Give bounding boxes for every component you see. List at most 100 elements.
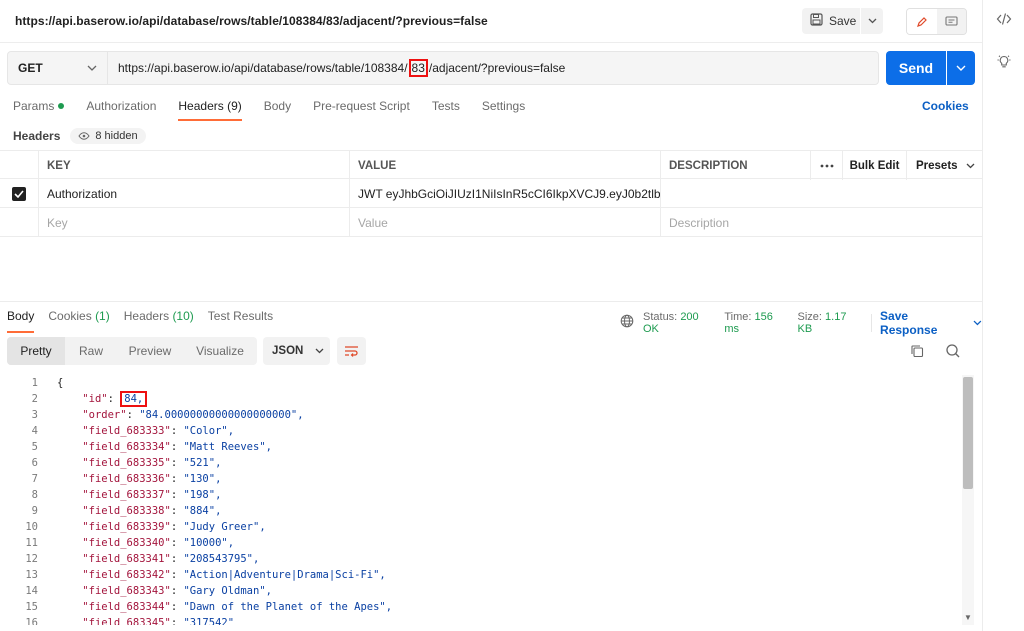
more-horizontal-icon <box>820 164 833 167</box>
code-line: 1{ <box>31 377 64 389</box>
value-column-header: VALUE <box>350 151 661 180</box>
highlighted-id-value: 84, <box>120 391 148 407</box>
response-tab-test-results[interactable]: Test Results <box>208 309 273 331</box>
code-snippet-icon[interactable] <box>995 12 1013 30</box>
chevron-down-icon <box>315 348 324 354</box>
wrap-lines-icon <box>345 346 358 357</box>
code-line: 5 "field_683334": "Matt Reeves", <box>31 441 272 453</box>
headers-label: Headers <box>13 129 61 143</box>
code-line: 15 "field_683344": "Dawn of the Planet o… <box>25 601 393 613</box>
chevron-down-icon <box>87 65 97 71</box>
status-text[interactable]: Status: 200 OK <box>643 311 716 335</box>
save-label: Save <box>829 14 857 28</box>
time-text[interactable]: Time: 156 ms <box>724 311 789 335</box>
row-checkbox-cell <box>0 179 39 208</box>
chevron-down-icon <box>973 320 982 326</box>
pencil-icon <box>916 16 927 27</box>
code-line: 12 "field_683341": "208543795", <box>25 553 260 565</box>
code-line: 16 "field_683345": "317542" <box>25 617 235 625</box>
code-line: 13 "field_683342": "Action|Adventure|Dra… <box>25 569 386 581</box>
save-options-button[interactable] <box>861 8 883 34</box>
tab-tests[interactable]: Tests <box>432 99 460 121</box>
chevron-down-icon <box>868 18 876 24</box>
code-line: 9 "field_683338": "884", <box>31 505 222 517</box>
tab-pre-request-script[interactable]: Pre-request Script <box>313 99 410 121</box>
view-mode-group: Pretty Raw Preview Visualize <box>7 337 257 365</box>
tab-body[interactable]: Body <box>264 99 291 121</box>
scroll-down-arrow-icon[interactable]: ▼ <box>963 613 973 623</box>
presets-label: Presets <box>916 159 958 172</box>
description-column-header: DESCRIPTION <box>661 151 811 180</box>
response-status-bar: Status: 200 OK Time: 156 ms Size: 1.17 K… <box>620 309 982 337</box>
edit-mode-button[interactable] <box>907 9 937 34</box>
save-response-button[interactable]: Save Response <box>880 309 982 337</box>
copy-icon[interactable] <box>910 344 924 361</box>
code-line: 4 "field_683333": "Color", <box>31 425 235 437</box>
code-line: 10 "field_683339": "Judy Greer", <box>25 521 266 533</box>
size-text[interactable]: Size: 1.17 KB <box>798 311 864 335</box>
hidden-headers-label: 8 hidden <box>95 130 138 142</box>
wrap-lines-button[interactable] <box>337 337 366 365</box>
new-description-field[interactable]: Description <box>661 208 982 237</box>
tab-headers[interactable]: Headers (9) <box>178 99 243 121</box>
more-options-button[interactable] <box>811 151 843 180</box>
view-visualize[interactable]: Visualize <box>183 337 257 365</box>
params-active-dot <box>58 102 65 109</box>
method-select[interactable]: GET <box>7 51 108 85</box>
response-divider[interactable] <box>0 301 982 302</box>
main-panel: https://api.baserow.io/api/database/rows… <box>0 0 982 631</box>
url-input[interactable]: https://api.baserow.io/api/database/rows… <box>108 51 879 85</box>
response-tab-cookies[interactable]: Cookies (1) <box>48 309 109 331</box>
divider <box>871 314 873 332</box>
empty-checkbox-cell <box>0 208 39 237</box>
table-header-row: KEY VALUE DESCRIPTION Bulk Edit Presets <box>0 150 982 180</box>
code-scrollbar-thumb[interactable] <box>963 377 973 489</box>
code-line: 8 "field_683337": "198", <box>31 489 222 501</box>
request-tabs: Params Authorization Headers (9) Body Pr… <box>13 99 525 121</box>
send-options-button[interactable] <box>947 51 975 85</box>
cookies-link[interactable]: Cookies <box>922 99 969 113</box>
comment-icon <box>945 15 958 26</box>
search-icon[interactable] <box>945 343 961 362</box>
new-key-field[interactable]: Key <box>39 208 350 237</box>
lightbulb-icon[interactable] <box>995 54 1013 72</box>
row-enabled-checkbox[interactable] <box>12 186 26 201</box>
view-pretty[interactable]: Pretty <box>7 337 65 365</box>
format-select[interactable]: JSON <box>263 337 330 365</box>
headers-row: Headers 8 hidden <box>13 128 146 144</box>
code-line: 6 "field_683335": "521", <box>31 457 222 469</box>
presets-dropdown[interactable]: Presets <box>907 151 982 180</box>
mode-toggle <box>906 8 967 35</box>
code-line: 11 "field_683340": "10000", <box>25 537 235 549</box>
format-label: JSON <box>272 345 304 357</box>
tab-authorization[interactable]: Authorization <box>86 99 156 121</box>
header-key-field[interactable]: Authorization <box>39 179 350 208</box>
header-value-field[interactable]: JWT eyJhbGciOiJIUzI1NiIsInR5cCI6IkpXVCJ9… <box>350 179 661 208</box>
comments-mode-button[interactable] <box>936 9 966 34</box>
checkbox-column-header <box>0 151 39 180</box>
view-preview[interactable]: Preview <box>117 337 183 365</box>
new-value-field[interactable]: Value <box>350 208 661 237</box>
request-title[interactable]: https://api.baserow.io/api/database/rows… <box>15 14 488 28</box>
request-header-bar: https://api.baserow.io/api/database/rows… <box>0 0 982 43</box>
tab-params[interactable]: Params <box>13 99 65 121</box>
chevron-down-icon <box>966 163 975 168</box>
globe-icon[interactable] <box>620 314 635 332</box>
url-highlight: 83 <box>408 59 428 77</box>
response-body-code[interactable]: 1{ 2 "id": 84, 3 "order": "84.0000000000… <box>0 375 962 625</box>
response-tab-headers[interactable]: Headers (10) <box>124 309 194 331</box>
right-sidebar <box>982 0 1024 631</box>
response-tab-body[interactable]: Body <box>7 309 35 333</box>
tab-settings[interactable]: Settings <box>482 99 525 121</box>
hidden-headers-toggle[interactable]: 8 hidden <box>70 128 146 144</box>
send-button[interactable]: Send <box>886 51 946 85</box>
headers-table: KEY VALUE DESCRIPTION Bulk Edit Presets … <box>0 150 982 237</box>
table-row-empty: Key Value Description <box>0 208 982 237</box>
code-line: 7 "field_683336": "130", <box>31 473 222 485</box>
header-description-field[interactable] <box>661 179 982 208</box>
eye-icon <box>78 132 90 140</box>
view-raw[interactable]: Raw <box>65 337 117 365</box>
save-button[interactable]: Save <box>802 8 860 34</box>
url-suffix: /adjacent/?previous=false <box>428 61 566 75</box>
bulk-edit-button[interactable]: Bulk Edit <box>843 151 907 180</box>
